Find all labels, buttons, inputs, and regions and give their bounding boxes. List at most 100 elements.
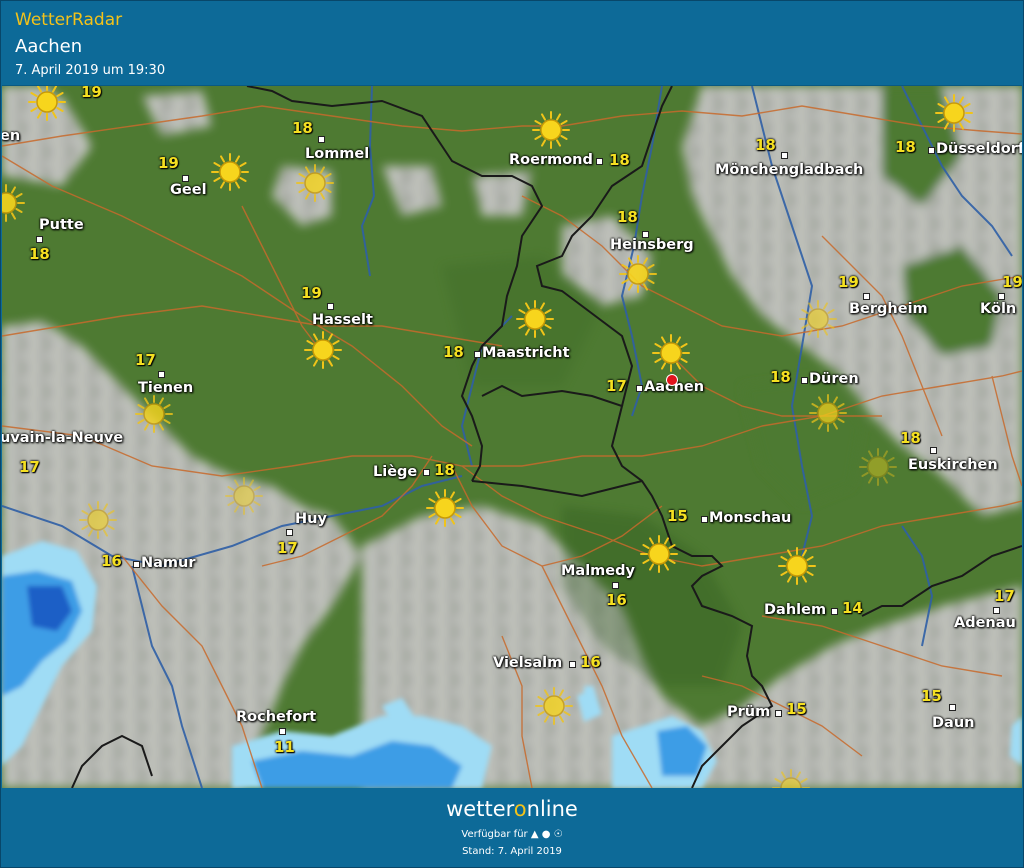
header: WetterRadar Aachen 7. April 2019 um 19:3… <box>2 2 1022 86</box>
place-temp: 18 <box>434 461 455 479</box>
place-marker <box>928 147 935 154</box>
place-marker <box>279 728 286 735</box>
stand-date: Stand: 7. April 2019 <box>462 846 562 857</box>
place-marker <box>636 385 643 392</box>
place-marker <box>863 293 870 300</box>
place-name: Huy <box>295 511 327 527</box>
place-temp: 16 <box>101 552 122 570</box>
sun-icon <box>534 686 574 726</box>
sun-icon <box>777 546 817 586</box>
place-marker <box>327 303 334 310</box>
sun-icon <box>808 393 848 433</box>
sun-icon <box>224 476 264 516</box>
place-temp: 19 <box>158 154 179 172</box>
place-temp: 18 <box>900 429 921 447</box>
place-temp: 15 <box>786 700 807 718</box>
sun-icon <box>858 447 898 487</box>
sun-icon <box>934 93 974 133</box>
place-marker <box>801 377 808 384</box>
place-name: Bergheim <box>849 301 928 317</box>
place-temp: 19 <box>301 284 322 302</box>
place-marker <box>775 710 782 717</box>
location-title: Aachen <box>15 36 83 57</box>
android-icon[interactable]: ▲ <box>531 829 539 840</box>
place-temp: 18 <box>292 119 313 137</box>
availability-text: Verfügbar für ▲ ● ☉ <box>461 829 563 840</box>
sun-icon <box>295 163 335 203</box>
sun-icon <box>515 299 555 339</box>
place-marker <box>286 529 293 536</box>
place-marker <box>158 371 165 378</box>
place-marker <box>612 582 619 589</box>
place-temp: 16 <box>580 653 601 671</box>
place-name: Namur <box>141 555 196 571</box>
place-name: Köln <box>980 301 1017 317</box>
sun-icon <box>531 110 571 150</box>
place-name: Prüm <box>727 704 771 720</box>
place-name: Adenau <box>954 615 1016 631</box>
place-marker <box>596 158 603 165</box>
web-icon[interactable]: ☉ <box>554 829 563 840</box>
place-name: Lommel <box>305 146 370 162</box>
sun-icon <box>651 333 691 373</box>
place-name: uvain-la-Neuve <box>2 430 124 446</box>
place-marker <box>474 351 481 358</box>
place-temp: 17 <box>19 458 40 476</box>
place-marker <box>318 136 325 143</box>
brand-logo[interactable]: wetteronline <box>2 797 1022 821</box>
place-name: Monschau <box>709 510 792 526</box>
place-name: Vielsalm <box>493 655 563 671</box>
place-temp: 16 <box>606 591 627 609</box>
sun-icon <box>771 768 811 788</box>
weather-map[interactable]: Lommel 18 Roermond 18 Mönchengladbach 18… <box>2 86 1022 788</box>
place-name: Heinsberg <box>610 237 694 253</box>
place-name: Hasselt <box>312 312 373 328</box>
sun-icon <box>425 488 465 528</box>
app-title: WetterRadar <box>15 10 123 30</box>
place-name: Mönchengladbach <box>715 162 864 178</box>
place-temp: 18 <box>617 208 638 226</box>
place-name: Düren <box>809 371 859 387</box>
sun-icon <box>2 183 26 223</box>
place-marker <box>133 561 140 568</box>
place-temp: 18 <box>895 138 916 156</box>
place-temp: 19 <box>838 273 859 291</box>
sun-icon <box>78 500 118 540</box>
sun-icon <box>639 534 679 574</box>
place-temp: 17 <box>277 539 298 557</box>
place-marker <box>36 236 43 243</box>
place-temp: 18 <box>770 368 791 386</box>
place-marker <box>781 152 788 159</box>
place-temp: 11 <box>274 738 295 756</box>
cloud-cover <box>2 86 1022 788</box>
place-name: Geel <box>170 182 207 198</box>
apple-icon[interactable]: ● <box>542 829 551 840</box>
place-name: Daun <box>932 715 975 731</box>
place-marker <box>993 607 1000 614</box>
place-temp-edge: 19 <box>81 86 102 101</box>
place-name: Maastricht <box>482 345 570 361</box>
place-name: Roermond <box>509 152 593 168</box>
place-marker <box>949 704 956 711</box>
place-name: Liège <box>373 464 418 480</box>
place-temp: 15 <box>667 507 688 525</box>
place-name: Putte <box>39 217 84 233</box>
forecast-datetime: 7. April 2019 um 19:30 <box>15 63 166 78</box>
place-name: Tienen <box>138 380 194 396</box>
place-name-edge: en <box>2 128 21 144</box>
place-marker <box>998 293 1005 300</box>
place-temp: 15 <box>921 687 942 705</box>
place-marker <box>182 175 189 182</box>
place-temp: 18 <box>443 343 464 361</box>
place-temp: 17 <box>135 351 156 369</box>
selected-location-pin[interactable] <box>666 374 678 386</box>
place-name: Euskirchen <box>908 457 998 473</box>
footer: wetteronline Verfügbar für ▲ ● ☉ Stand: … <box>2 789 1022 867</box>
place-marker <box>831 608 838 615</box>
place-name: Malmedy <box>561 563 635 579</box>
sun-icon <box>798 299 838 339</box>
place-temp: 18 <box>755 136 776 154</box>
app-frame: WetterRadar Aachen 7. April 2019 um 19:3… <box>0 0 1024 868</box>
place-temp: 17 <box>994 587 1015 605</box>
place-temp: 14 <box>842 599 863 617</box>
